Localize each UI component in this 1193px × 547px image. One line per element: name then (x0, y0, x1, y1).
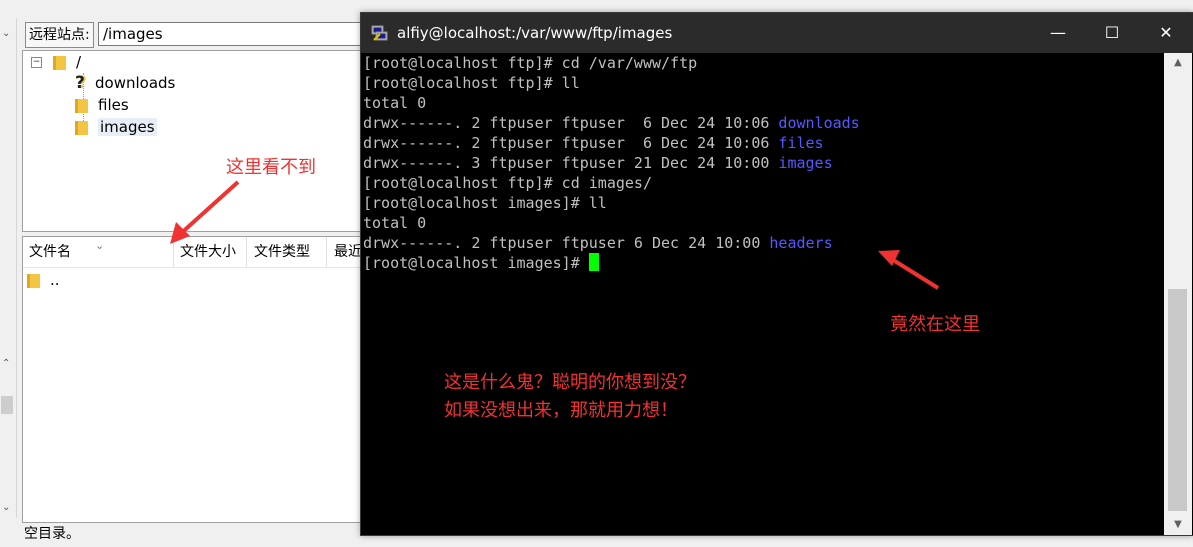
line-text: [root@localhost ftp]# cd images/ (363, 174, 652, 192)
folder-icon (75, 98, 88, 113)
line-text: drwx------. 2 ftpuser ftpuser 6 Dec 24 1… (363, 234, 770, 252)
remote-site-label: 远程站点: (25, 22, 94, 48)
putty-icon (371, 25, 388, 41)
directory-name: images (778, 154, 833, 172)
chevron-down-icon[interactable]: ⌄ (2, 502, 10, 513)
terminal-line: total 0 (363, 93, 426, 113)
tree-item-downloads[interactable]: ? downloads (75, 72, 175, 94)
line-text: drwx------. 3 ftpuser ftpuser 21 Dec 24 … (363, 154, 779, 172)
sort-chevron-icon: ⌄ (95, 239, 105, 252)
line-text: total 0 (363, 214, 427, 232)
annotation-question-1: 这是什么鬼？聪明的你想到没？ (444, 372, 696, 393)
terminal-line: [root@localhost ftp]# cd images/ (363, 173, 652, 193)
scrollbar-thumb[interactable] (1, 396, 13, 414)
unknown-folder-icon: ? (75, 73, 85, 93)
remote-file-list: 文件名 ⌄ 文件大小 文件类型 最近 .. (22, 236, 364, 523)
terminal-line: drwx------. 3 ftpuser ftpuser 21 Dec 24 … (363, 153, 833, 173)
line-text: [root@localhost images]# (363, 254, 589, 272)
terminal-line: [root@localhost ftp]# cd /var/www/ftp (363, 53, 697, 73)
collapse-icon[interactable]: − (31, 57, 42, 68)
chevron-down-icon[interactable]: ⌄ (2, 28, 10, 39)
line-text: [root@localhost ftp]# ll (363, 74, 580, 92)
terminal-line: [root@localhost ftp]# ll (363, 73, 580, 93)
file-list-header: 文件名 ⌄ 文件大小 文件类型 最近 (23, 237, 363, 268)
tree-item-label: files (98, 96, 129, 114)
line-text: [root@localhost ftp]# cd /var/www/ftp (363, 54, 698, 72)
column-label: 文件大小 (180, 244, 236, 260)
terminal-titlebar[interactable]: alfiy@localhost:/var/www/ftp/images — ☐ … (361, 13, 1193, 53)
terminal-line: drwx------. 2 ftpuser ftpuser 6 Dec 24 1… (363, 233, 833, 253)
terminal-title: alfiy@localhost:/var/www/ftp/images (397, 24, 673, 42)
tree-item-images[interactable]: images (75, 116, 157, 138)
line-text: [root@localhost images]# ll (363, 194, 607, 212)
column-filetype[interactable]: 文件类型 (248, 237, 327, 267)
remote-directory-tree: − / ? downloads files images (22, 50, 364, 232)
column-label: 文件名 (29, 244, 71, 260)
scroll-up-icon[interactable]: ▲ (1164, 53, 1192, 73)
line-text: total 0 (363, 94, 427, 112)
annotation-actually-here: 竟然在这里 (890, 314, 980, 335)
column-modified[interactable]: 最近 (328, 237, 364, 267)
tree-item-label: images (98, 118, 157, 136)
directory-name: files (778, 134, 824, 152)
status-text: 空目录。 (24, 526, 80, 542)
directory-name: downloads (778, 114, 860, 132)
terminal-line: drwx------. 2 ftpuser ftpuser 6 Dec 24 1… (363, 133, 824, 153)
terminal-line: [root@localhost images]# ll (363, 193, 607, 213)
scrollbar-thumb[interactable] (1168, 289, 1187, 511)
column-label: 文件类型 (254, 244, 310, 260)
close-button[interactable]: ✕ (1139, 13, 1193, 53)
column-label: 最近 (334, 244, 362, 260)
folder-icon (75, 120, 88, 135)
folder-icon (27, 273, 40, 288)
tree-item-label: downloads (95, 74, 176, 92)
annotation-question-2: 如果没想出来，那就用力想！ (444, 400, 678, 421)
terminal-line: total 0 (363, 213, 426, 233)
line-text: drwx------. 2 ftpuser ftpuser 6 Dec 24 1… (363, 114, 779, 132)
terminal-screen[interactable]: [root@localhost ftp]# cd /var/www/ftp [r… (361, 53, 1164, 535)
list-item[interactable]: .. (27, 269, 60, 291)
tree-item-label: / (76, 53, 82, 71)
tree-item-files[interactable]: files (75, 94, 129, 116)
terminal-cursor (588, 253, 599, 271)
line-text: drwx------. 2 ftpuser ftpuser 6 Dec 24 1… (363, 134, 779, 152)
terminal-prompt-line: [root@localhost images]# (363, 253, 599, 273)
terminal-scrollbar[interactable]: ▲ ▼ (1164, 53, 1192, 535)
terminal-line: drwx------. 2 ftpuser ftpuser 6 Dec 24 1… (363, 113, 860, 133)
tree-item-root[interactable]: / (53, 51, 81, 73)
list-item-label: .. (50, 271, 60, 289)
column-filename[interactable]: 文件名 ⌄ (23, 237, 174, 267)
folder-icon (53, 55, 66, 70)
left-scroll-strip[interactable]: ⌄ ⌃ ⌄ (0, 18, 17, 518)
maximize-button[interactable]: ☐ (1085, 13, 1139, 53)
chevron-up-icon[interactable]: ⌃ (2, 358, 10, 369)
annotation-cant-see-here: 这里看不到 (226, 157, 316, 178)
scroll-down-icon[interactable]: ▼ (1164, 515, 1192, 535)
minimize-button[interactable]: — (1031, 13, 1085, 53)
directory-name: headers (769, 234, 833, 252)
column-filesize[interactable]: 文件大小 (174, 237, 247, 267)
terminal-window: alfiy@localhost:/var/www/ftp/images — ☐ … (360, 12, 1193, 536)
